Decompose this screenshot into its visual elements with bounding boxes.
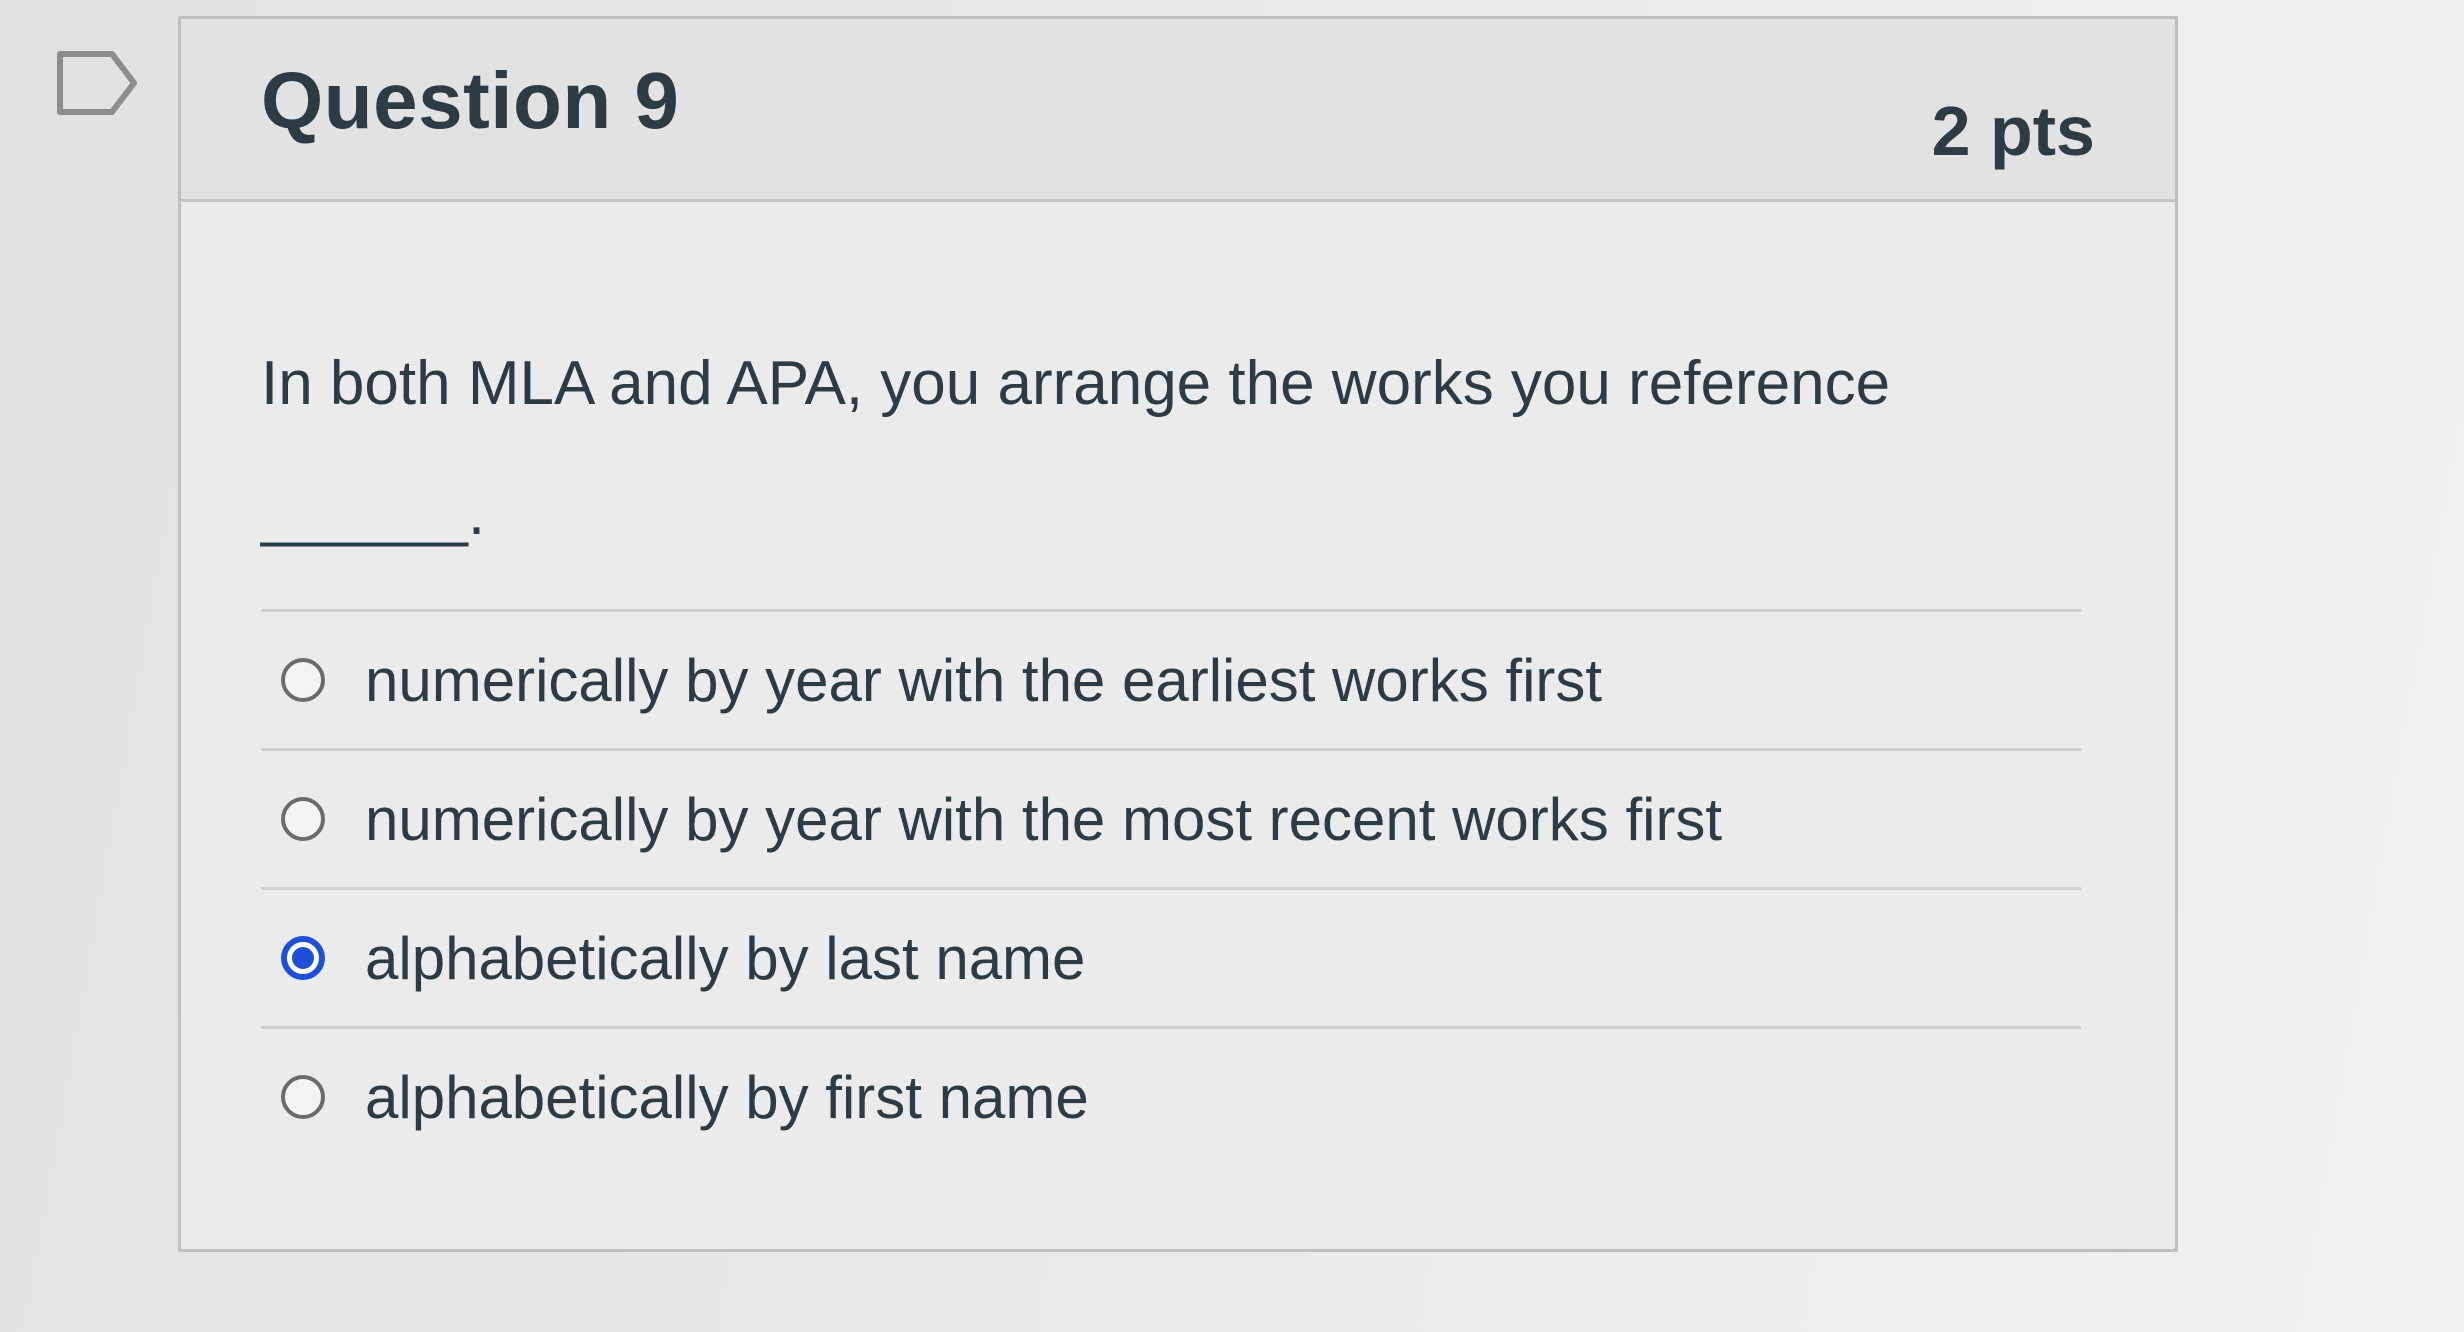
radio-button[interactable]: [281, 797, 325, 841]
answer-label[interactable]: numerically by year with the most recent…: [365, 785, 1722, 854]
answer-label[interactable]: numerically by year with the earliest wo…: [365, 646, 1602, 715]
question-title: Question 9: [261, 56, 680, 145]
bookmark-flag-icon[interactable]: [56, 50, 140, 116]
answer-label[interactable]: alphabetically by last name: [365, 924, 1085, 993]
answer-label[interactable]: alphabetically by first name: [365, 1063, 1089, 1132]
radio-button[interactable]: [281, 1075, 325, 1119]
question-text: In both MLA and APA, you arrange the wor…: [261, 319, 2101, 579]
question-blank: ______.: [261, 479, 486, 548]
radio-button-selected[interactable]: [281, 936, 325, 980]
radio-button[interactable]: [281, 658, 325, 702]
answer-option-1[interactable]: numerically by year with the earliest wo…: [261, 612, 2081, 748]
question-prompt: In both MLA and APA, you arrange the wor…: [261, 349, 1891, 418]
answer-option-3[interactable]: alphabetically by last name: [261, 890, 2081, 1026]
answer-list: numerically by year with the earliest wo…: [261, 609, 2081, 1165]
answer-option-2[interactable]: numerically by year with the most recent…: [261, 751, 2081, 887]
answer-option-4[interactable]: alphabetically by first name: [261, 1029, 2081, 1165]
question-header: Question 9 2 pts: [181, 19, 2175, 202]
question-points: 2 pts: [1931, 92, 2095, 170]
question-card: Question 9 2 pts In both MLA and APA, yo…: [178, 16, 2178, 1252]
